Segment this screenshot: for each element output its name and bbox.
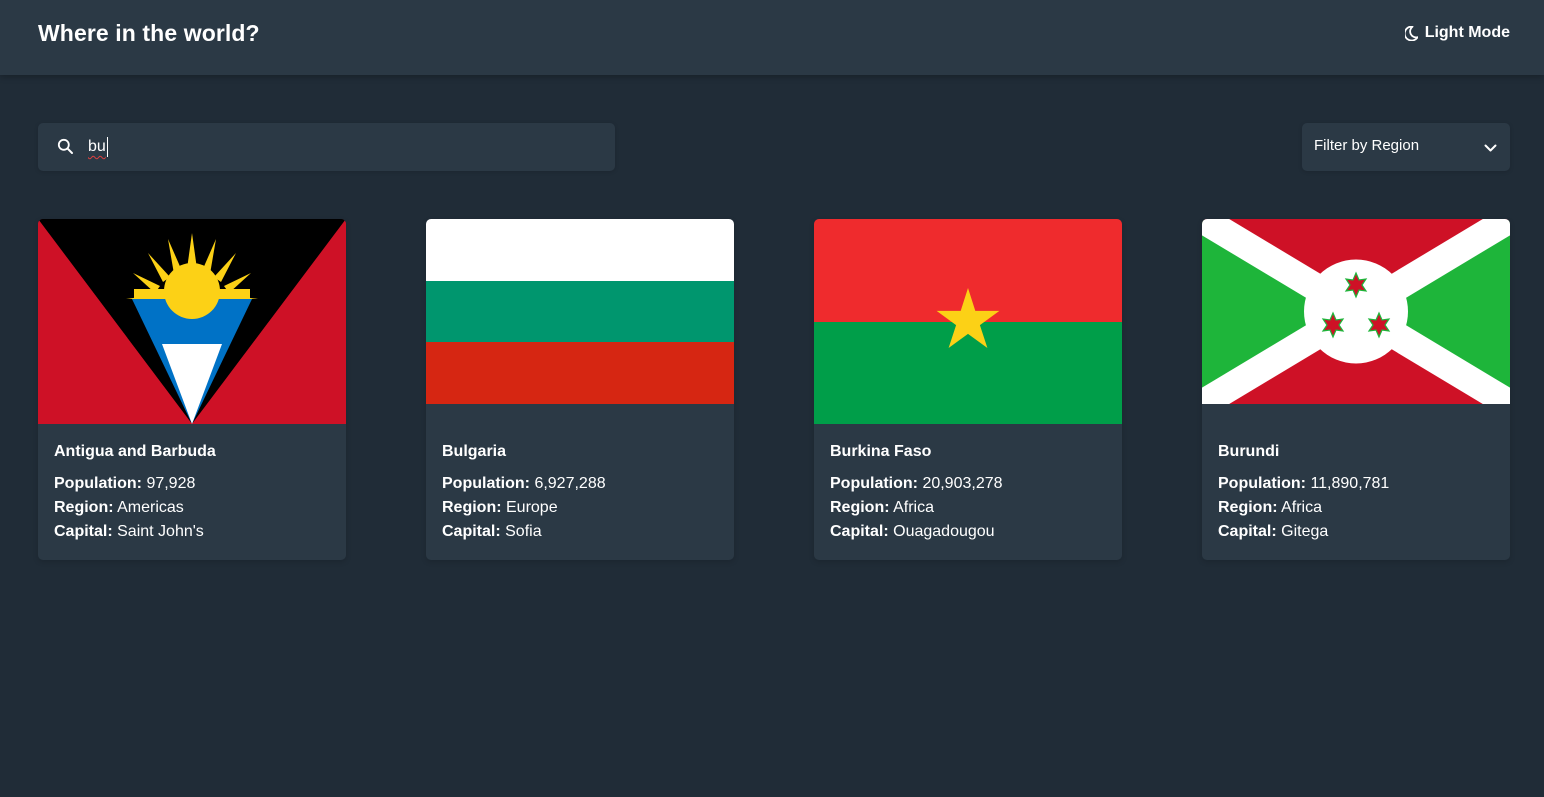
capital-label: Capital: (442, 523, 501, 540)
burkina-faso-flag (814, 219, 1122, 424)
region-value: Africa (893, 499, 935, 516)
country-name: Burundi (1218, 443, 1280, 460)
country-name: Antigua and Barbuda (54, 443, 216, 460)
capital-line: Capital: Sofia (442, 523, 542, 541)
population-label: Population: (1218, 475, 1306, 492)
region-line: Region: Africa (830, 499, 934, 517)
population-value: 97,928 (146, 475, 196, 492)
search-icon (57, 138, 74, 160)
region-filter-dropdown[interactable]: Filter by Region (1302, 123, 1510, 171)
region-line: Region: Africa (1218, 499, 1322, 517)
country-card-bulgaria[interactable]: Bulgaria Population: 6,927,288 Region: E… (426, 219, 734, 560)
theme-toggle-button[interactable]: Light Mode (1404, 24, 1510, 42)
region-line: Region: Americas (54, 499, 184, 517)
country-card-antigua-and-barbuda[interactable]: Antigua and Barbuda Population: 97,928 R… (38, 219, 346, 560)
burundi-flag (1202, 219, 1510, 404)
population-value: 11,890,781 (1310, 475, 1390, 492)
capital-line: Capital: Gitega (1218, 523, 1328, 541)
region-value: Africa (1281, 499, 1323, 516)
theme-toggle-label: Light Mode (1424, 24, 1510, 41)
capital-label: Capital: (830, 523, 889, 540)
capital-value: Sofia (505, 523, 542, 540)
population-label: Population: (830, 475, 918, 492)
country-name: Bulgaria (442, 443, 507, 460)
population-value: 6,927,288 (534, 475, 606, 492)
chevron-down-icon (1484, 140, 1497, 158)
region-value: Americas (117, 499, 184, 516)
population-line: Population: 6,927,288 (442, 475, 606, 493)
bulgaria-flag (426, 219, 734, 404)
population-line: Population: 11,890,781 (1218, 475, 1389, 493)
search-box[interactable]: bu (38, 123, 615, 171)
region-value: Europe (506, 499, 558, 516)
capital-value: Gitega (1281, 523, 1329, 540)
population-line: Population: 20,903,278 (830, 475, 1003, 493)
region-line: Region: Europe (442, 499, 558, 517)
header: Where in the world? Light Mode (0, 0, 1544, 75)
capital-value: Ouagadougou (893, 523, 995, 540)
antigua-and-barbuda-flag (38, 219, 346, 424)
capital-line: Capital: Saint John's (54, 523, 204, 541)
country-name: Burkina Faso (830, 443, 932, 460)
region-label: Region: (442, 499, 502, 516)
population-value: 20,903,278 (922, 475, 1003, 492)
search-input-value: bu (88, 138, 106, 155)
app-title: Where in the world? (38, 20, 260, 46)
region-filter-label: Filter by Region (1314, 137, 1420, 154)
population-line: Population: 97,928 (54, 475, 195, 493)
region-label: Region: (1218, 499, 1278, 516)
population-label: Population: (442, 475, 530, 492)
capital-label: Capital: (54, 523, 113, 540)
capital-line: Capital: Ouagadougou (830, 523, 995, 541)
region-label: Region: (54, 499, 114, 516)
text-caret (106, 137, 108, 157)
country-card-burundi[interactable]: Burundi Population: 11,890,781 Region: A… (1202, 219, 1510, 560)
search-input[interactable]: bu (88, 136, 108, 158)
region-label: Region: (830, 499, 890, 516)
population-label: Population: (54, 475, 142, 492)
country-card-burkina-faso[interactable]: Burkina Faso Population: 20,903,278 Regi… (814, 219, 1122, 560)
capital-label: Capital: (1218, 523, 1277, 540)
moon-icon (1404, 25, 1418, 41)
capital-value: Saint John's (117, 523, 204, 540)
